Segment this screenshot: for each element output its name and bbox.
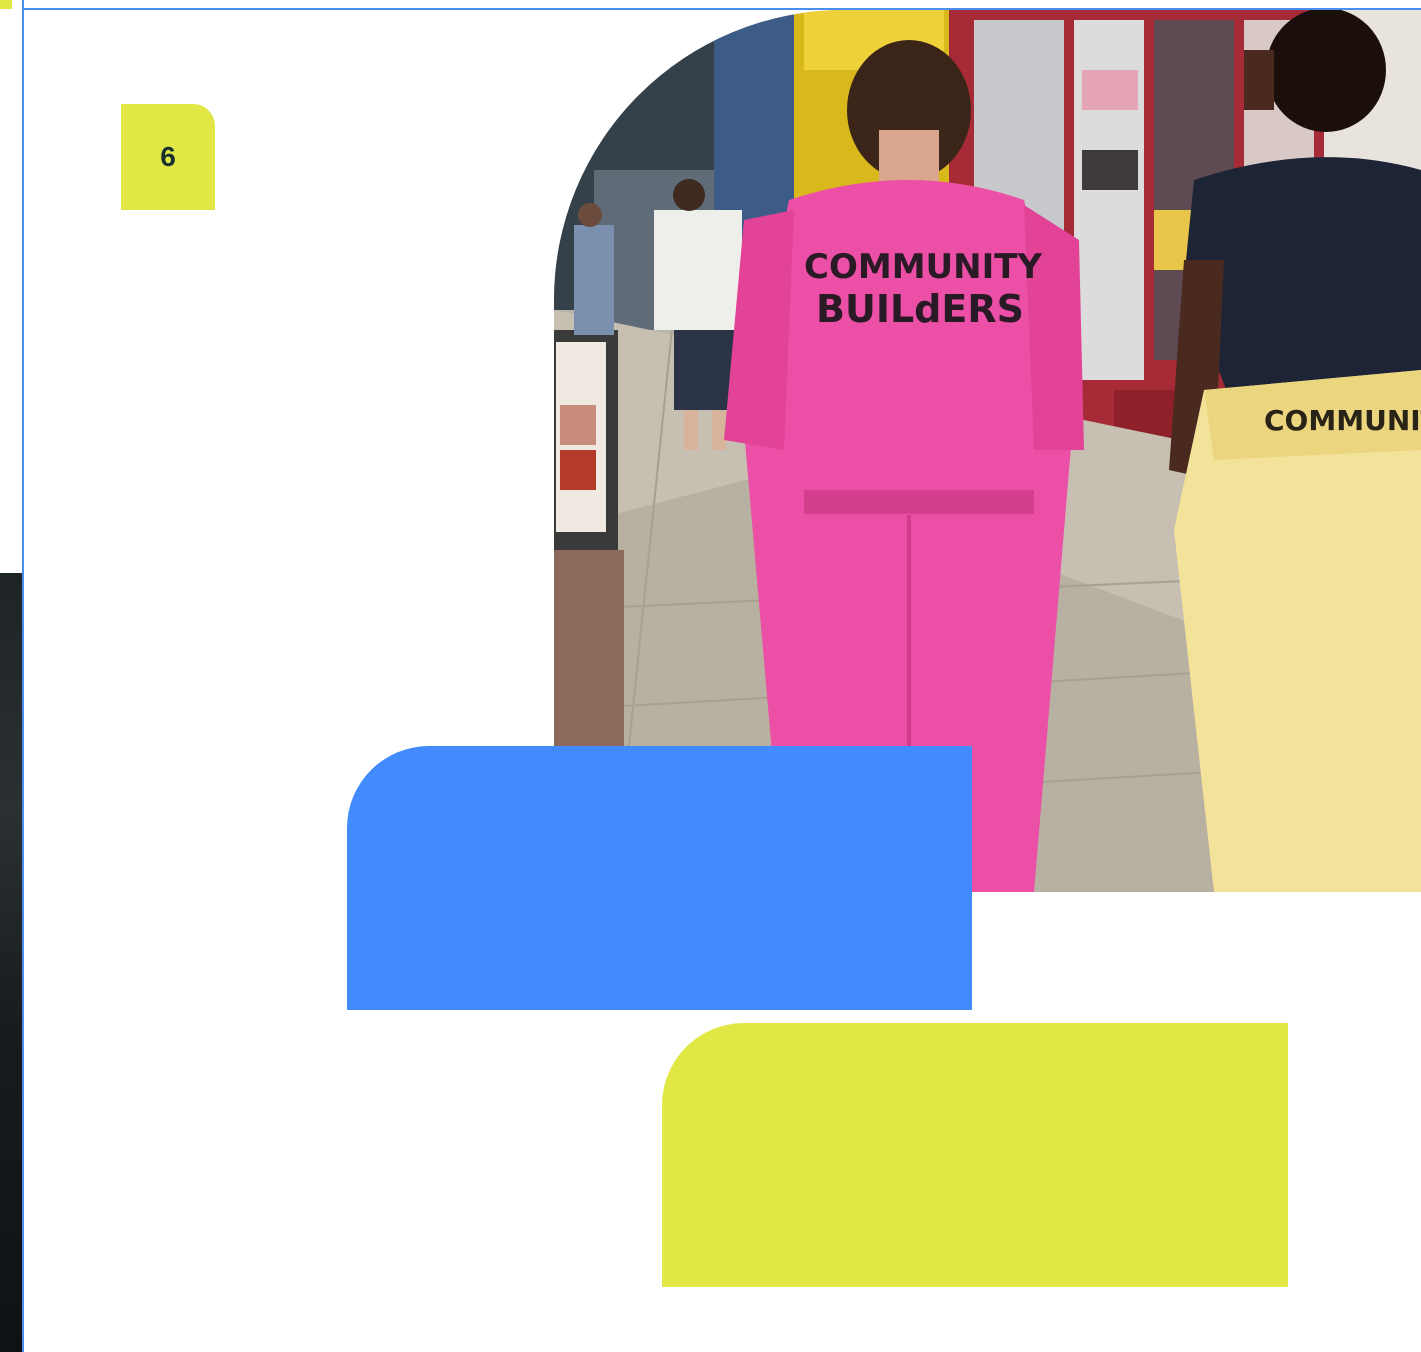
trousers-print: COMMUNITY bbox=[1264, 404, 1421, 437]
overall-print-line-2: BUILdERS bbox=[816, 287, 1024, 331]
adjacent-page-photo-edge bbox=[0, 573, 22, 1352]
yellow-accent-block bbox=[662, 1023, 1288, 1287]
left-page-edge bbox=[0, 0, 24, 1352]
blue-accent-block bbox=[347, 746, 972, 1010]
overall-print-line-1: COMMUNITY bbox=[804, 247, 1042, 287]
page-number: 6 bbox=[160, 141, 176, 172]
page-number-badge: 6 bbox=[121, 104, 215, 210]
page: 6 COMMUNITY BUILdERS COMMUNI bbox=[0, 0, 1421, 1352]
left-corner-accent bbox=[0, 0, 12, 9]
